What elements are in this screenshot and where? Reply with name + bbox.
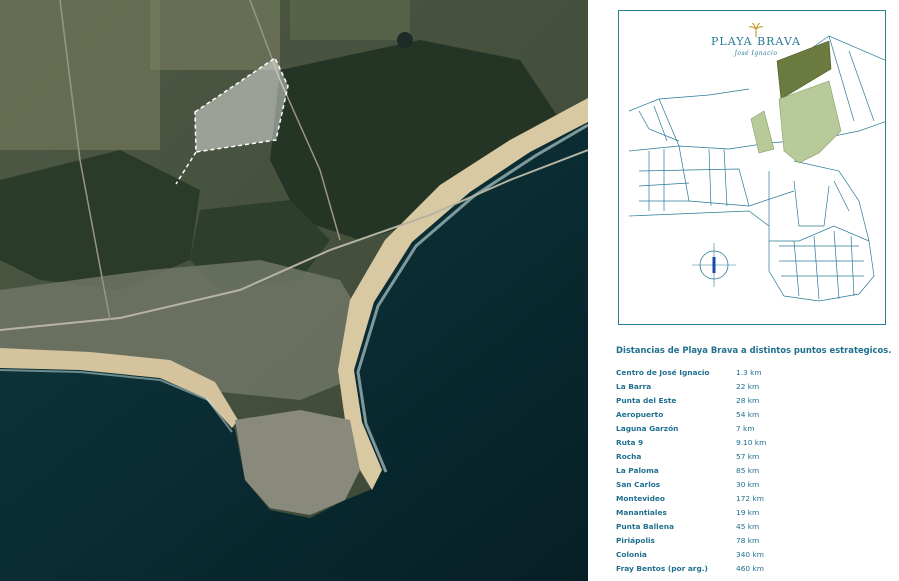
place-name: Fray Bentos (por arg.)	[616, 564, 708, 573]
distance-value: 19 km	[736, 508, 760, 517]
place-name: Ruta 9	[616, 438, 644, 447]
place-name: La Barra	[616, 382, 652, 391]
list-item: San Carlos 30 km	[616, 478, 886, 492]
distance-value: 1.3 km	[736, 368, 762, 377]
distances-title: Distancias de Playa Brava a distintos pu…	[616, 345, 892, 355]
distance-value: 28 km	[736, 396, 760, 405]
distance-value: 340 km	[736, 550, 764, 559]
aerial-scene	[0, 0, 588, 581]
distances-list: Centro de José Ignacio 1.3 km La Barra 22 …	[616, 366, 886, 576]
distance-value: 9.10 km	[736, 438, 767, 447]
distance-value: 54 km	[736, 410, 760, 419]
list-item: La Paloma 85 km	[616, 464, 886, 478]
list-item: La Barra 22 km	[616, 380, 886, 394]
farmland-patch	[150, 0, 280, 70]
list-item: Laguna Garzón 7 km	[616, 422, 886, 436]
place-name: Colonia	[616, 550, 647, 559]
place-name: Piriápolis	[616, 536, 655, 545]
logo-subtitle: José Ignacio	[734, 50, 778, 57]
list-item: Rocha 57 km	[616, 450, 886, 464]
palm-tree-icon	[749, 23, 763, 37]
place-name: San Carlos	[616, 480, 661, 489]
distance-value: 7 km	[736, 424, 755, 433]
place-name: Punta Ballena	[616, 522, 674, 531]
map-drawing	[628, 35, 885, 302]
brand-logo: PLAYA BRAVA José Ignacio	[701, 23, 811, 57]
place-name: Aeropuerto	[616, 410, 664, 419]
distance-value: 45 km	[736, 522, 760, 531]
distance-value: 78 km	[736, 536, 760, 545]
place-name: Rocha	[616, 452, 642, 461]
place-name: La Paloma	[616, 466, 659, 475]
list-item: Colonia 340 km	[616, 548, 886, 562]
list-item: Punta del Este 28 km	[616, 394, 886, 408]
street-lines	[628, 35, 885, 302]
place-name: Punta del Este	[616, 396, 677, 405]
farmland-patch	[0, 0, 160, 150]
list-item: Piriápolis 78 km	[616, 534, 886, 548]
distance-value: 172 km	[736, 494, 764, 503]
list-item: Aeropuerto 54 km	[616, 408, 886, 422]
distance-value: 22 km	[736, 382, 760, 391]
parcel-light	[750, 110, 775, 154]
pond	[397, 32, 413, 48]
place-name: Laguna Garzón	[616, 424, 679, 433]
list-item: Manantiales 19 km	[616, 506, 886, 520]
distance-value: 85 km	[736, 466, 760, 475]
info-panel: PLAYA BRAVA José Ignacio Distancias de P…	[588, 0, 899, 581]
distance-value: 57 km	[736, 452, 760, 461]
distance-value: 460 km	[736, 564, 764, 573]
list-item: Punta Ballena 45 km	[616, 520, 886, 534]
aerial-satellite-photo	[0, 0, 588, 581]
distance-value: 30 km	[736, 480, 760, 489]
list-item: Fray Bentos (por arg.) 460 km	[616, 562, 886, 576]
compass-icon	[692, 243, 736, 287]
farmland-patch	[290, 0, 410, 40]
place-name: Montevideo	[616, 494, 665, 503]
place-name: Manantiales	[616, 508, 667, 517]
list-item: Montevideo 172 km	[616, 492, 886, 506]
list-item: Ruta 9 9.10 km	[616, 436, 886, 450]
location-map: PLAYA BRAVA José Ignacio	[618, 10, 886, 325]
list-item: Centro de José Ignacio 1.3 km	[616, 366, 886, 380]
place-name: Centro de José Ignacio	[616, 368, 710, 377]
